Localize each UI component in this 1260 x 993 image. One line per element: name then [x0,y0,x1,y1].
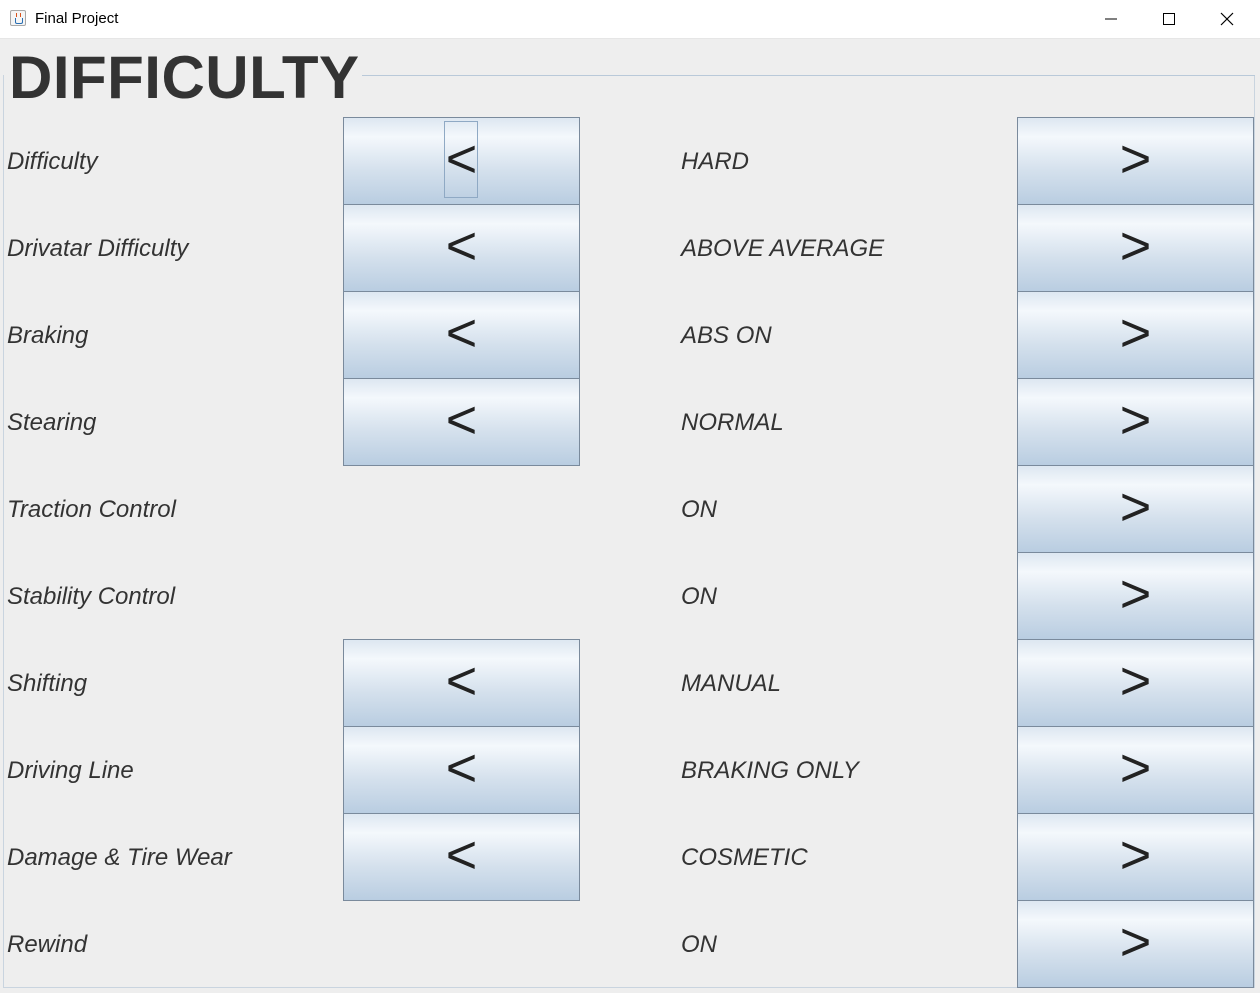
next-button-traction-control[interactable]: > [1017,465,1254,553]
chevron-right-icon: > [1119,129,1152,189]
prev-button-braking[interactable]: < [343,291,580,379]
setting-label-drivatar-difficulty: Drivatar Difficulty [7,235,189,262]
chevron-left-icon: < [445,129,478,189]
prev-button-difficulty[interactable]: < [343,117,580,205]
setting-value-traction-control: ON [681,496,717,523]
setting-value-rewind: ON [681,931,717,958]
window-titlebar: Final Project [0,0,1260,39]
prev-button-stearing[interactable]: < [343,378,580,466]
setting-label-driving-line: Driving Line [7,757,134,784]
chevron-right-icon: > [1119,303,1152,363]
next-button-drivatar-difficulty[interactable]: > [1017,204,1254,292]
setting-value-drivatar-difficulty: ABOVE AVERAGE [681,235,885,262]
prev-button-driving-line[interactable]: < [343,726,580,814]
setting-label-stability-control: Stability Control [7,583,176,610]
minimize-icon [1105,18,1117,20]
chevron-right-icon: > [1119,651,1152,711]
chevron-left-icon: < [445,738,478,798]
prev-button-drivatar-difficulty[interactable]: < [343,204,580,292]
setting-value-stearing: NORMAL [681,409,784,436]
page-title: DIFFICULTY [9,44,360,111]
maximize-icon [1163,13,1175,25]
setting-value-driving-line: BRAKING ONLY [681,757,859,784]
close-icon [1220,12,1234,26]
window-title: Final Project [35,10,119,27]
next-button-braking[interactable]: > [1017,291,1254,379]
next-button-damage-and-tire-wear[interactable]: > [1017,813,1254,901]
next-button-driving-line[interactable]: > [1017,726,1254,814]
setting-value-damage-and-tire-wear: COSMETIC [681,844,808,871]
next-button-difficulty[interactable]: > [1017,117,1254,205]
chevron-left-icon: < [445,825,478,885]
chevron-right-icon: > [1119,912,1152,972]
next-button-shifting[interactable]: > [1017,639,1254,727]
setting-label-stearing: Stearing [7,409,97,436]
setting-label-braking: Braking [7,322,89,349]
setting-label-damage-and-tire-wear: Damage & Tire Wear [7,844,232,871]
chevron-right-icon: > [1119,564,1152,624]
close-button[interactable] [1199,0,1257,38]
java-app-icon [10,10,26,26]
setting-value-braking: ABS ON [681,322,772,349]
prev-button-damage-and-tire-wear[interactable]: < [343,813,580,901]
heading-divider [362,75,1255,76]
chevron-left-icon: < [445,651,478,711]
next-button-rewind[interactable]: > [1017,900,1254,988]
setting-label-difficulty: Difficulty [7,148,98,175]
chevron-left-icon: < [445,216,478,276]
prev-button-shifting[interactable]: < [343,639,580,727]
chevron-left-icon: < [445,303,478,363]
setting-label-shifting: Shifting [7,670,88,697]
setting-label-rewind: Rewind [7,931,88,958]
setting-value-difficulty: HARD [681,148,750,175]
chevron-right-icon: > [1119,390,1152,450]
maximize-button[interactable] [1141,0,1199,38]
minimize-button[interactable] [1083,0,1141,38]
chevron-right-icon: > [1119,477,1152,537]
chevron-right-icon: > [1119,216,1152,276]
next-button-stability-control[interactable]: > [1017,552,1254,640]
chevron-left-icon: < [445,390,478,450]
chevron-right-icon: > [1119,738,1152,798]
next-button-stearing[interactable]: > [1017,378,1254,466]
setting-value-shifting: MANUAL [681,670,782,697]
chevron-right-icon: > [1119,825,1152,885]
setting-label-traction-control: Traction Control [7,496,176,523]
setting-value-stability-control: ON [681,583,717,610]
